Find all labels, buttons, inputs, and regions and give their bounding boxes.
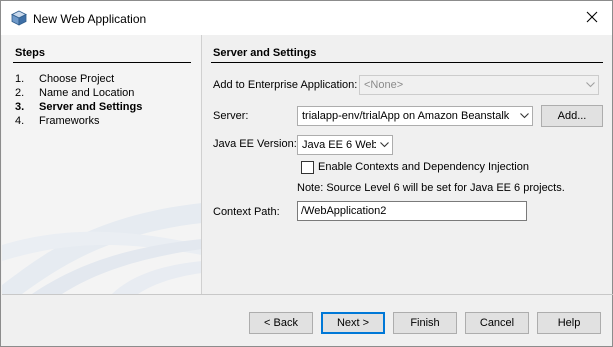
help-button[interactable]: Help [537,312,601,334]
chevron-down-icon [516,107,532,125]
step-number: 4. [15,115,25,127]
step-number: 2. [15,87,25,99]
finish-button[interactable]: Finish [393,312,457,334]
netbeans-cube-icon [11,10,27,26]
step-server-and-settings: 3. Server and Settings [15,101,142,113]
enterprise-application-label: Add to Enterprise Application: [213,79,358,91]
section-title: Server and Settings [213,47,317,59]
step-label: Name and Location [39,87,135,99]
step-number: 1. [15,73,25,85]
enable-cdi-checkbox[interactable] [301,161,314,174]
next-button[interactable]: Next > [321,312,385,334]
new-web-application-dialog: New Web Application Steps 1. Choose Proje… [0,0,613,347]
enterprise-application-value: <None> [364,79,404,91]
context-path-value: /WebApplication2 [301,205,387,217]
close-icon [586,11,598,26]
settings-panel: Server and Settings Add to Enterprise Ap… [203,35,612,294]
title-bar: New Web Application [1,1,612,35]
server-label: Server: [213,110,249,122]
step-choose-project: 1. Choose Project [15,73,114,85]
java-ee-version-label: Java EE Version: [213,138,297,150]
steps-title: Steps [15,47,45,59]
context-path-input[interactable]: /WebApplication2 [297,201,527,221]
context-path-label: Context Path: [213,206,280,218]
java-ee-version-select[interactable]: Java EE 6 Web [297,135,393,155]
enterprise-application-select[interactable]: <None> [359,75,599,95]
decorative-swoosh-art [2,203,201,294]
server-select[interactable]: trialapp-env/trialApp on Amazon Beanstal… [297,106,533,126]
enable-cdi-label[interactable]: Enable Contexts and Dependency Injection [318,161,529,173]
window-title: New Web Application [33,12,147,26]
source-level-note: Note: Source Level 6 will be set for Jav… [297,182,565,194]
close-button[interactable] [577,5,607,31]
back-button[interactable]: < Back [249,312,313,334]
server-value: trialapp-env/trialApp on Amazon Beanstal… [302,110,510,122]
step-frameworks: 4. Frameworks [15,115,100,127]
step-label: Frameworks [39,115,100,127]
step-label: Server and Settings [39,101,143,113]
add-server-button[interactable]: Add... [541,105,603,127]
steps-divider [13,62,191,63]
step-label: Choose Project [39,73,115,85]
chevron-down-icon [376,136,392,154]
section-divider [211,62,603,63]
chevron-down-icon [582,76,598,94]
button-bar-divider [2,294,613,295]
java-ee-version-value: Java EE 6 Web [302,139,376,151]
cancel-button[interactable]: Cancel [465,312,529,334]
step-number: 3. [15,101,25,113]
step-name-and-location: 2. Name and Location [15,87,134,99]
steps-panel: Steps 1. Choose Project 2. Name and Locati… [2,35,202,294]
